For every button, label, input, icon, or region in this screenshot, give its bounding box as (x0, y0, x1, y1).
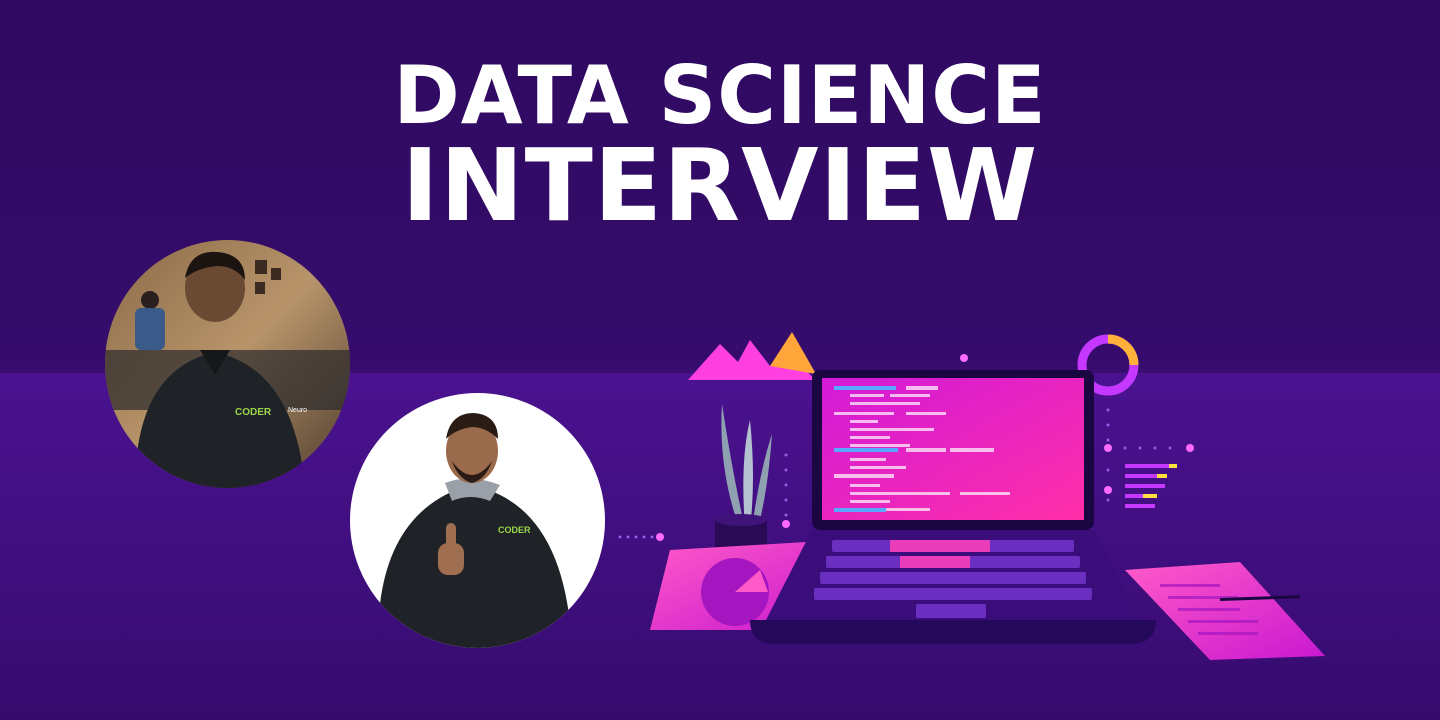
person-photo-2: CODER (350, 393, 605, 648)
document-icon (1125, 562, 1325, 660)
laptop-illustration (600, 300, 1360, 680)
shirt-logo: CODER (235, 407, 272, 418)
shirt-logo: CODER (498, 525, 531, 535)
person-photo-1-image: CODER Neuro (105, 240, 350, 488)
laptop-illustration-graphic (618, 332, 1325, 660)
person-photo-2-image: CODER (350, 393, 605, 648)
plant-icon (715, 404, 772, 564)
mountains-icon (688, 332, 816, 380)
laptop-icon (750, 370, 1156, 644)
banner: DATA SCIENCE INTERVIEW CODER Neuro CODER (0, 0, 1440, 720)
legend-bars-icon (1125, 464, 1177, 508)
title-line-2: INTERVIEW (401, 127, 1039, 244)
person-photo-1: CODER Neuro (105, 240, 350, 488)
shirt-side-text: Neuro (288, 407, 307, 414)
